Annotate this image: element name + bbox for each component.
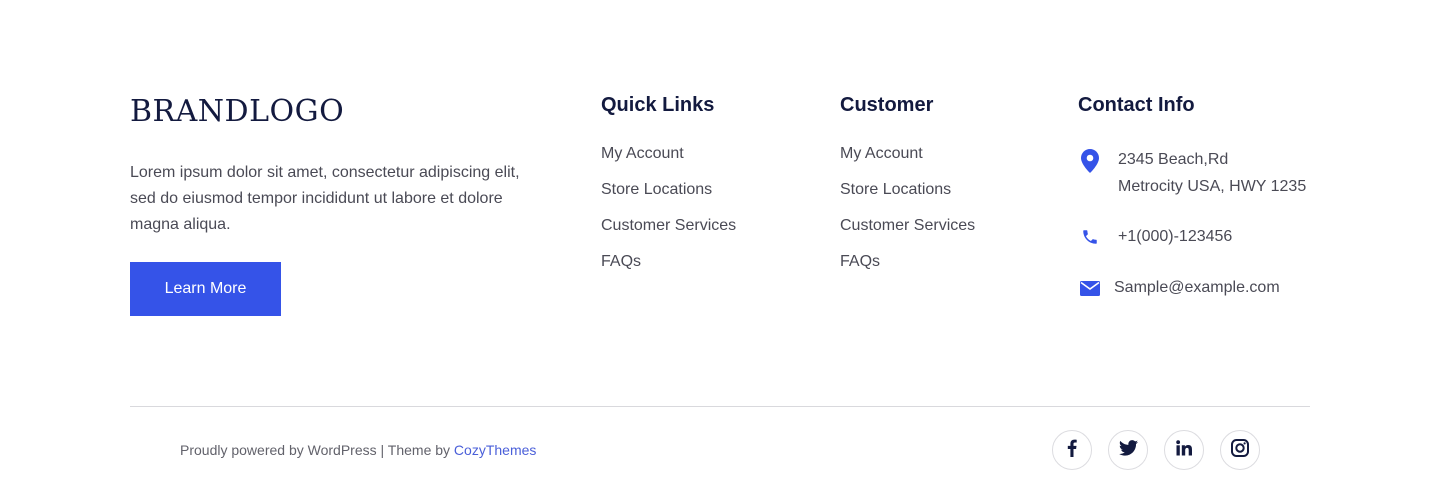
contact-email[interactable]: Sample@example.com bbox=[1078, 274, 1280, 301]
social-links bbox=[1052, 430, 1260, 470]
contact-phone[interactable]: +1(000)-123456 bbox=[1078, 223, 1232, 250]
quick-link-my-account[interactable]: My Account bbox=[601, 144, 736, 164]
customer-link-customer-services[interactable]: Customer Services bbox=[840, 216, 975, 236]
quick-link-faqs[interactable]: FAQs bbox=[601, 252, 736, 272]
address-line-1: 2345 Beach,Rd bbox=[1118, 151, 1229, 168]
address-line-2: Metrocity USA, HWY 1235 bbox=[1118, 178, 1307, 195]
quick-links-list: My Account Store Locations Customer Serv… bbox=[601, 144, 736, 272]
footer-divider bbox=[130, 406, 1310, 407]
quick-links-column: Quick Links My Account Store Locations C… bbox=[601, 92, 736, 288]
contact-column: Contact Info 2345 Beach,Rd Metrocity USA… bbox=[1078, 92, 1318, 312]
customer-link-my-account[interactable]: My Account bbox=[840, 144, 975, 164]
quick-link-store-locations[interactable]: Store Locations bbox=[601, 180, 736, 200]
footer-credits: Proudly powered by WordPress | Theme by … bbox=[180, 441, 536, 459]
facebook-button[interactable] bbox=[1052, 430, 1092, 470]
facebook-icon bbox=[1067, 439, 1077, 462]
site-footer: BRANDLOGO Lorem ipsum dolor sit amet, co… bbox=[0, 0, 1440, 494]
map-pin-icon bbox=[1078, 149, 1102, 173]
instagram-button[interactable] bbox=[1220, 430, 1260, 470]
customer-link-faqs[interactable]: FAQs bbox=[840, 252, 975, 272]
linkedin-button[interactable] bbox=[1164, 430, 1204, 470]
powered-by-text: Proudly powered by WordPress bbox=[180, 442, 377, 458]
customer-column: Customer My Account Store Locations Cust… bbox=[840, 92, 975, 288]
linkedin-icon bbox=[1176, 439, 1192, 461]
credits-separator: | bbox=[380, 442, 385, 458]
phone-number[interactable]: +1(000)-123456 bbox=[1118, 223, 1232, 250]
contact-title: Contact Info bbox=[1078, 94, 1195, 116]
customer-links-list: My Account Store Locations Customer Serv… bbox=[840, 144, 975, 272]
cozythemes-link[interactable]: CozyThemes bbox=[454, 442, 536, 458]
email-address[interactable]: Sample@example.com bbox=[1114, 274, 1280, 301]
quick-link-customer-services[interactable]: Customer Services bbox=[601, 216, 736, 236]
twitter-icon bbox=[1118, 439, 1138, 461]
customer-link-store-locations[interactable]: Store Locations bbox=[840, 180, 975, 200]
phone-icon bbox=[1078, 228, 1102, 246]
brand-logo[interactable]: BRANDLOGO bbox=[130, 96, 344, 128]
brand-description: Lorem ipsum dolor sit amet, consectetur … bbox=[130, 164, 520, 233]
quick-links-title: Quick Links bbox=[601, 94, 715, 116]
contact-address: 2345 Beach,Rd Metrocity USA, HWY 1235 bbox=[1078, 146, 1306, 200]
twitter-button[interactable] bbox=[1108, 430, 1148, 470]
learn-more-button[interactable]: Learn More bbox=[130, 262, 281, 316]
instagram-icon bbox=[1231, 438, 1249, 462]
theme-by-text: Theme by bbox=[387, 442, 451, 458]
customer-title: Customer bbox=[840, 94, 934, 116]
envelope-icon bbox=[1078, 281, 1102, 296]
